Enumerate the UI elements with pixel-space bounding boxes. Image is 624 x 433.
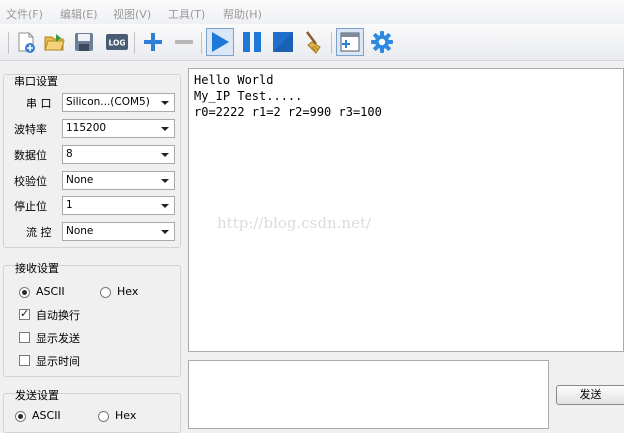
pause-icon	[243, 32, 261, 52]
parity-select[interactable]: None	[62, 171, 175, 190]
show-send-checkbox[interactable]	[19, 332, 30, 343]
menu-tools[interactable]: 工具(T)	[168, 6, 205, 22]
send-hex-radio[interactable]	[98, 411, 109, 422]
send-ascii-label: ASCII	[32, 409, 61, 422]
remove-button[interactable]	[170, 28, 198, 56]
show-time-checkbox[interactable]	[19, 355, 30, 366]
parity-label: 校验位	[14, 175, 47, 188]
receive-line: Hello World	[194, 73, 274, 87]
parity-value: None	[66, 174, 94, 186]
baud-label: 波特率	[14, 123, 47, 136]
show-time-label: 显示时间	[36, 355, 80, 368]
stopbits-value: 1	[66, 199, 73, 211]
receive-line: r0=2222 r1=2 r2=990 r3=100	[194, 105, 382, 119]
auto-wrap-checkbox[interactable]	[19, 307, 30, 320]
port-select[interactable]: Silicon...(COM5)	[62, 93, 175, 112]
chevron-down-icon	[161, 204, 169, 208]
receive-settings-group: 接收设置 ASCII Hex 自动换行 显示发送 显示时间	[3, 262, 181, 377]
new-icon	[18, 32, 35, 53]
send-settings-group: 发送设置 ASCII Hex	[3, 389, 181, 433]
receive-text-area[interactable]: Hello World My_IP Test..... r0=2222 r1=2…	[188, 68, 624, 352]
pause-button[interactable]	[238, 28, 266, 56]
chevron-down-icon	[161, 230, 169, 234]
settings-button[interactable]	[368, 28, 396, 56]
databits-select[interactable]: 8	[62, 145, 175, 164]
toolbar-separator	[201, 32, 202, 54]
watermark: http://blog.csdn.net/	[217, 214, 372, 232]
receive-hex-radio[interactable]	[100, 287, 111, 298]
chevron-down-icon	[161, 101, 169, 105]
add-button[interactable]	[139, 28, 167, 56]
stop-button[interactable]	[269, 28, 297, 56]
toolbar-separator	[331, 32, 332, 54]
send-hex-label: Hex	[115, 409, 137, 422]
stop-icon	[273, 32, 293, 52]
save-icon	[75, 33, 93, 51]
log-label: LOG	[108, 39, 125, 48]
stopbits-select[interactable]: 1	[62, 196, 175, 215]
send-text-area[interactable]	[188, 360, 549, 429]
window-button[interactable]	[336, 28, 364, 56]
chevron-down-icon	[161, 179, 169, 183]
save-button[interactable]	[70, 28, 98, 56]
menu-view[interactable]: 视图(V)	[113, 6, 151, 22]
receive-line: My_IP Test.....	[194, 89, 303, 103]
chevron-down-icon	[161, 127, 169, 131]
send-ascii-radio[interactable]	[15, 411, 26, 422]
send-button[interactable]: 发送	[556, 385, 624, 405]
show-send-label: 显示发送	[36, 332, 80, 345]
remove-icon	[175, 40, 193, 44]
window-icon	[340, 32, 360, 52]
databits-value: 8	[66, 148, 73, 160]
databits-label: 数据位	[14, 149, 47, 162]
menu-bar: 文件(F) 编辑(E) 视图(V) 工具(T) 帮助(H)	[0, 0, 624, 24]
receive-hex-label: Hex	[117, 285, 139, 298]
serial-settings-group: 串口设置 串 口 Silicon...(COM5) 波特率 115200 数据位…	[3, 74, 181, 248]
clear-icon	[306, 31, 321, 54]
open-button[interactable]	[40, 28, 68, 56]
receive-ascii-label: ASCII	[36, 285, 65, 298]
stopbits-label: 停止位	[14, 200, 47, 213]
clear-button[interactable]	[300, 28, 328, 56]
receive-ascii-radio[interactable]	[19, 287, 30, 298]
toolbar-separator	[8, 32, 9, 54]
log-icon: LOG	[106, 34, 128, 50]
add-icon	[144, 33, 162, 51]
toolbar: LOG	[0, 24, 624, 61]
baud-select[interactable]: 115200	[62, 119, 175, 138]
auto-wrap-label: 自动换行	[36, 309, 80, 322]
log-button[interactable]: LOG	[103, 28, 131, 56]
serial-settings-title: 串口设置	[14, 75, 58, 88]
baud-value: 115200	[66, 122, 107, 134]
toolbar-separator	[134, 32, 135, 54]
menu-file[interactable]: 文件(F)	[6, 6, 43, 22]
settings-icon	[371, 31, 393, 53]
play-icon	[212, 32, 229, 52]
play-button[interactable]	[206, 28, 234, 56]
port-value: Silicon...(COM5)	[66, 96, 150, 108]
open-icon	[44, 34, 65, 51]
receive-settings-title: 接收设置	[15, 262, 59, 275]
send-settings-title: 发送设置	[15, 389, 59, 402]
new-button[interactable]	[12, 28, 40, 56]
menu-help[interactable]: 帮助(H)	[223, 6, 262, 22]
menu-edit[interactable]: 编辑(E)	[60, 6, 98, 22]
flow-select[interactable]: None	[62, 222, 175, 241]
chevron-down-icon	[161, 153, 169, 157]
flow-value: None	[66, 225, 94, 237]
